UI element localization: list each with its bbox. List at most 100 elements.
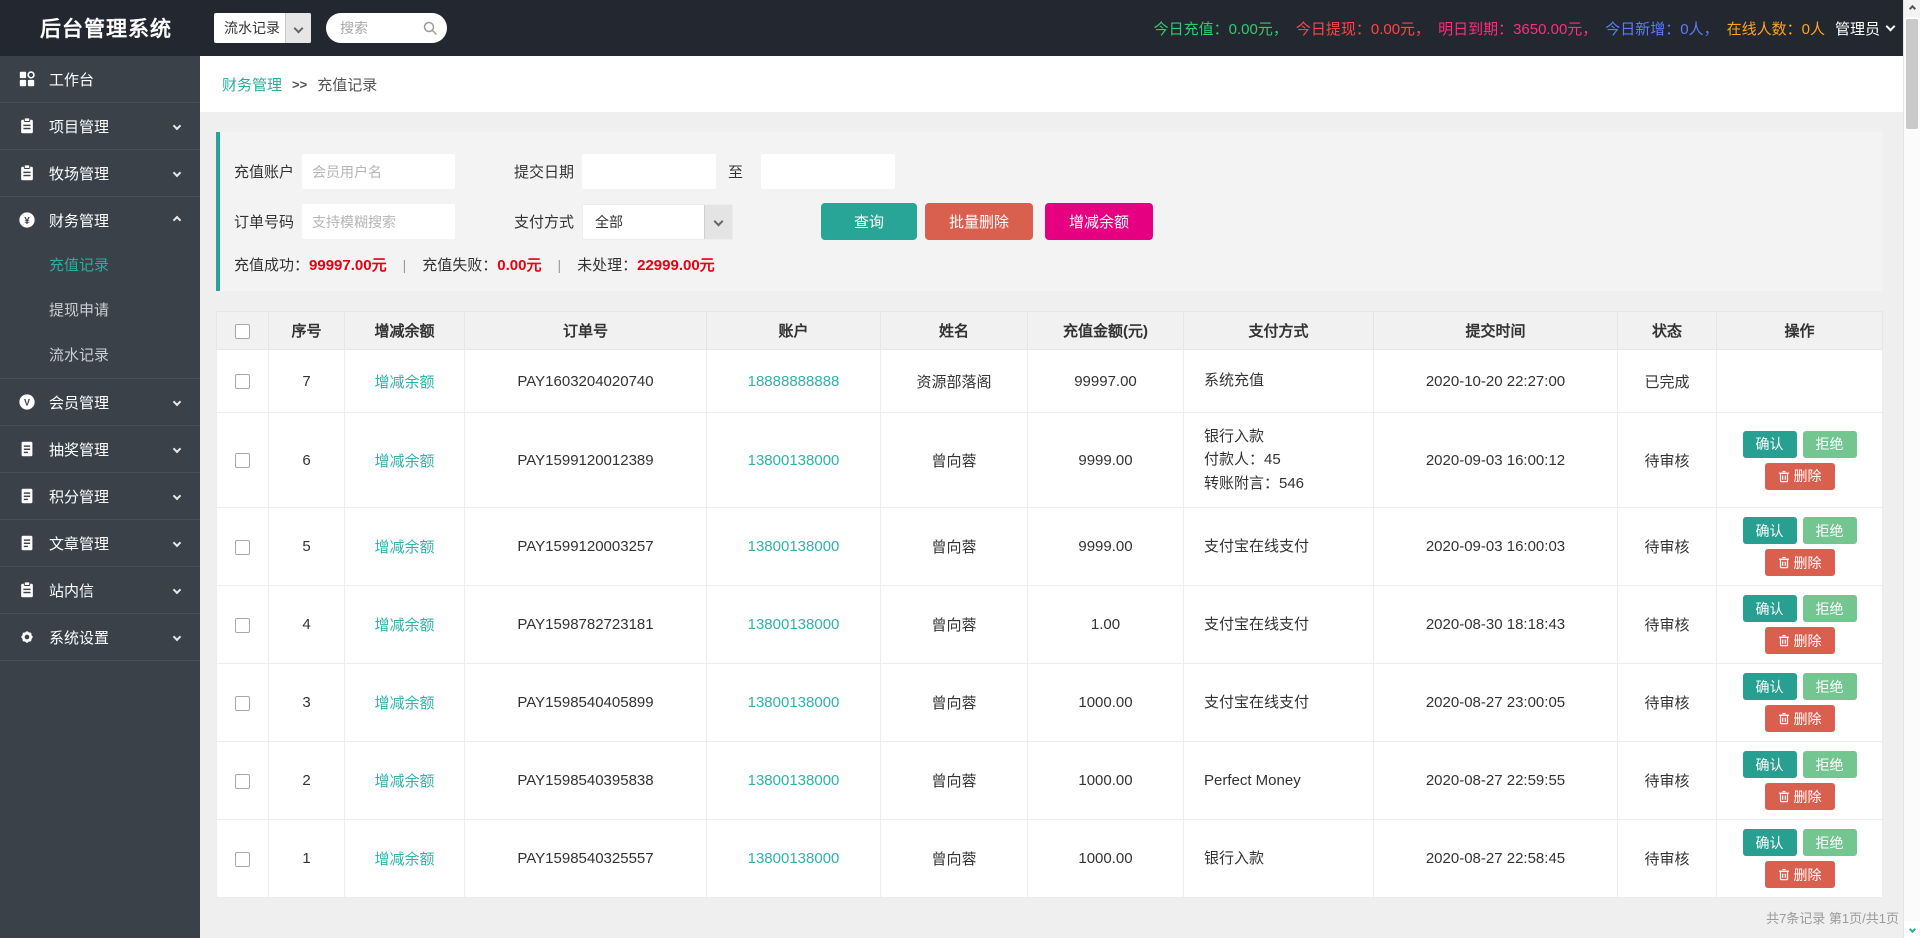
- delete-button[interactable]: 删除: [1764, 705, 1835, 732]
- adjust-cell: 增减余额: [344, 741, 465, 820]
- confirm-button[interactable]: 确认: [1742, 595, 1797, 622]
- sidebar-subitem-3-0[interactable]: 充值记录: [0, 243, 200, 288]
- row-checkbox[interactable]: [235, 539, 250, 555]
- date-from-input[interactable]: [582, 154, 716, 189]
- table-row: 2 增减余额 PAY1598540395838 13800138000 曾向蓉 1000.…: [216, 741, 1883, 820]
- account-label: 充值账户: [234, 164, 295, 181]
- row-checkbox[interactable]: [235, 773, 250, 789]
- sidebar-subitem-3-1[interactable]: 提现申请: [0, 288, 200, 333]
- row-checkbox[interactable]: [235, 851, 250, 867]
- adjust-balance-link[interactable]: 增减余额: [374, 773, 434, 790]
- sidebar-item-label: 抽奖管理: [49, 441, 110, 459]
- summary-value-1: 0.00元: [497, 257, 542, 274]
- sidebar-item-2[interactable]: 牧场管理: [0, 150, 200, 196]
- date-to-input[interactable]: [761, 154, 896, 189]
- chevron-down-icon: [285, 13, 311, 43]
- top-bar: 后台管理系统 流水记录 今日充值：0.00元， 今日提现：0.00元， 明日到期：3…: [0, 0, 1920, 56]
- delete-button[interactable]: 删除: [1764, 549, 1835, 576]
- confirm-button[interactable]: 确认: [1742, 751, 1797, 778]
- admin-menu[interactable]: 管理员: [1835, 18, 1896, 39]
- sidebar-item-9[interactable]: 系统设置: [0, 614, 200, 660]
- row-checkbox[interactable]: [235, 453, 250, 469]
- account-link[interactable]: 13800138000: [748, 850, 840, 867]
- sidebar-item-7[interactable]: 文章管理: [0, 520, 200, 566]
- sidebar-subitem-3-2[interactable]: 流水记录: [0, 333, 200, 378]
- adjust-cell: 增减余额: [344, 507, 465, 586]
- actions-cell: 确认 拒绝删除: [1716, 663, 1883, 742]
- adjust-balance-link[interactable]: 增减余额: [374, 453, 434, 470]
- adjust-balance-link[interactable]: 增减余额: [374, 374, 434, 391]
- row-checkbox[interactable]: [235, 374, 250, 390]
- account-cell: 13800138000: [706, 819, 881, 898]
- topbar-stat-4: 在线人数：0人: [1726, 20, 1825, 38]
- batch-delete-button[interactable]: 批量删除: [925, 203, 1034, 240]
- account-cell: 13800138000: [706, 507, 881, 586]
- row-select-cell: [216, 741, 269, 820]
- seq-cell: 4: [268, 585, 345, 664]
- sidebar-item-6[interactable]: 积分管理: [0, 473, 200, 519]
- account-link[interactable]: 13800138000: [748, 772, 840, 789]
- name-cell: 曾向蓉: [880, 507, 1028, 586]
- reject-button[interactable]: 拒绝: [1802, 751, 1857, 778]
- main-content: 财务管理 >> 充值记录 充值账户 提交日期 至 订单号码 支付方式 全部 查询…: [200, 56, 1903, 938]
- trash-icon: [1778, 470, 1789, 482]
- app-title: 后台管理系统: [40, 18, 172, 41]
- reject-button[interactable]: 拒绝: [1802, 595, 1857, 622]
- select-all-checkbox[interactable]: [235, 323, 250, 339]
- document-icon: [18, 440, 36, 458]
- confirm-button[interactable]: 确认: [1742, 673, 1797, 700]
- breadcrumb-current: 充值记录: [317, 76, 378, 94]
- vertical-scrollbar[interactable]: [1903, 0, 1920, 938]
- account-input[interactable]: [302, 154, 455, 189]
- chevron-up-icon: [172, 215, 182, 225]
- date-to-label: 至: [728, 164, 744, 181]
- chevron-down-icon: [172, 168, 182, 178]
- reject-button[interactable]: 拒绝: [1802, 430, 1857, 458]
- row-checkbox[interactable]: [235, 695, 250, 711]
- account-link[interactable]: 13800138000: [748, 694, 840, 711]
- adjust-balance-link[interactable]: 增减余额: [374, 617, 434, 634]
- confirm-button[interactable]: 确认: [1742, 829, 1797, 856]
- adjust-balance-button[interactable]: 增减余额: [1045, 203, 1154, 240]
- delete-button[interactable]: 删除: [1764, 783, 1835, 810]
- table-header-row: 序号 增减余额 订单号 账户 姓名 充值金额(元) 支付方式 提交时间 状态 操作: [216, 311, 1883, 350]
- scrollbar-thumb[interactable]: [1906, 19, 1918, 129]
- column-header-7: 提交时间: [1373, 311, 1618, 350]
- delete-button[interactable]: 删除: [1764, 627, 1835, 654]
- account-link[interactable]: 13800138000: [748, 538, 840, 555]
- sidebar-item-0[interactable]: 工作台: [0, 56, 200, 102]
- sidebar-item-8[interactable]: 站内信: [0, 567, 200, 613]
- adjust-balance-link[interactable]: 增减余额: [374, 851, 434, 868]
- chevron-down-icon: [1885, 21, 1896, 32]
- clipboard-icon: [18, 117, 36, 135]
- column-header-5: 充值金额(元): [1027, 311, 1184, 350]
- account-link[interactable]: 13800138000: [748, 616, 840, 633]
- reject-button[interactable]: 拒绝: [1802, 829, 1857, 856]
- row-checkbox[interactable]: [235, 617, 250, 633]
- confirm-button[interactable]: 确认: [1742, 430, 1797, 458]
- sidebar-item-1[interactable]: 项目管理: [0, 103, 200, 149]
- record-type-select[interactable]: 流水记录: [214, 13, 311, 43]
- account-link[interactable]: 13800138000: [748, 452, 840, 469]
- name-cell: 曾向蓉: [880, 663, 1028, 742]
- delete-button[interactable]: 删除: [1764, 861, 1835, 888]
- scroll-up-arrow-icon[interactable]: [1904, 0, 1920, 17]
- sidebar-item-3[interactable]: ¥ 财务管理: [0, 197, 200, 243]
- amount-cell: 1000.00: [1027, 663, 1184, 742]
- reject-button[interactable]: 拒绝: [1802, 517, 1857, 544]
- confirm-button[interactable]: 确认: [1742, 517, 1797, 544]
- summary-label-2: 未处理：: [577, 257, 638, 274]
- reject-button[interactable]: 拒绝: [1802, 673, 1857, 700]
- breadcrumb-parent-link[interactable]: 财务管理: [222, 74, 282, 95]
- scroll-down-arrow-icon[interactable]: [1904, 921, 1920, 938]
- order-input[interactable]: [302, 204, 455, 239]
- adjust-balance-link[interactable]: 增减余额: [374, 539, 434, 556]
- payment-select[interactable]: 全部: [582, 203, 733, 240]
- delete-button[interactable]: 删除: [1764, 462, 1835, 490]
- adjust-balance-link[interactable]: 增减余额: [374, 695, 434, 712]
- sidebar-item-4[interactable]: V 会员管理: [0, 379, 200, 425]
- records-table-wrap: 序号 增减余额 订单号 账户 姓名 充值金额(元) 支付方式 提交时间 状态 操作 7 增减余额 PA…: [216, 311, 1883, 898]
- account-link[interactable]: 18888888888: [748, 373, 840, 390]
- sidebar-item-5[interactable]: 抽奖管理: [0, 426, 200, 472]
- query-button[interactable]: 查询: [821, 203, 917, 240]
